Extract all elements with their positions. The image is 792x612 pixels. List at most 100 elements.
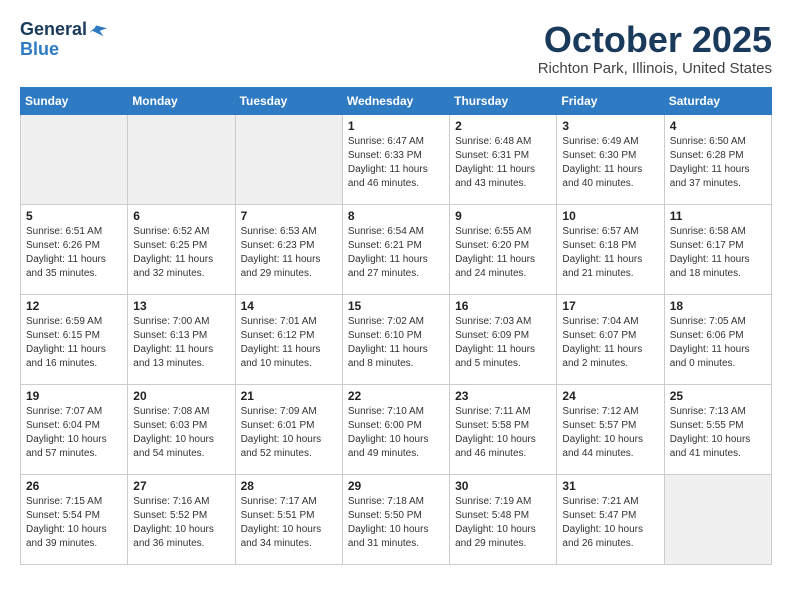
calendar-cell: 21Sunrise: 7:09 AMSunset: 6:01 PMDayligh… <box>235 384 342 474</box>
calendar-cell: 31 Sunrise: 7:21 AMSunset: 5:47 PMDayligh… <box>557 474 664 564</box>
calendar-cell: 23 Sunrise: 7:11 AMSunset: 5:58 PMDayligh… <box>450 384 557 474</box>
calendar-cell: 11 Sunrise: 6:58 AMSunset: 6:17 PMDayligh… <box>664 204 771 294</box>
cell-info: Sunrise: 6:54 AMSunset: 6:21 PMDaylight:… <box>348 225 444 281</box>
day-number: 4 <box>670 119 766 133</box>
calendar-cell: 20Sunrise: 7:08 AMSunset: 6:03 PMDayligh… <box>128 384 235 474</box>
calendar-cell: 4 Sunrise: 6:50 AMSunset: 6:28 PMDaylight… <box>664 114 771 204</box>
day-number: 15 <box>348 299 444 313</box>
cell-info: Sunrise: 7:19 AMSunset: 5:48 PMDaylight:… <box>455 495 551 551</box>
weekday-header: Wednesday <box>342 87 449 114</box>
calendar-cell: 1 Sunrise: 6:47 AMSunset: 6:33 PMDaylight… <box>342 114 449 204</box>
calendar-cell: 28 Sunrise: 7:17 AMSunset: 5:51 PMDayligh… <box>235 474 342 564</box>
day-number: 14 <box>241 299 337 313</box>
cell-info: Sunrise: 7:17 AMSunset: 5:51 PMDaylight:… <box>241 495 337 551</box>
weekday-header: Saturday <box>664 87 771 114</box>
day-number: 22 <box>348 389 444 403</box>
calendar-cell: 10Sunrise: 6:57 AMSunset: 6:18 PMDayligh… <box>557 204 664 294</box>
cell-info: Sunrise: 6:58 AMSunset: 6:17 PMDaylight:… <box>670 225 766 281</box>
calendar-cell: 30 Sunrise: 7:19 AMSunset: 5:48 PMDayligh… <box>450 474 557 564</box>
day-number: 7 <box>241 209 337 223</box>
calendar-cell: 5Sunrise: 6:51 AMSunset: 6:26 PMDaylight… <box>21 204 128 294</box>
calendar-week-row: 5Sunrise: 6:51 AMSunset: 6:26 PMDaylight… <box>21 204 772 294</box>
cell-info: Sunrise: 6:57 AMSunset: 6:18 PMDaylight:… <box>562 225 658 281</box>
day-number: 6 <box>133 209 229 223</box>
day-number: 1 <box>348 119 444 133</box>
cell-info: Sunrise: 7:21 AMSunset: 5:47 PMDaylight:… <box>562 495 658 551</box>
day-number: 29 <box>348 479 444 493</box>
calendar-week-row: 19 Sunrise: 7:07 AMSunset: 6:04 PMDayligh… <box>21 384 772 474</box>
cell-info: Sunrise: 7:02 AMSunset: 6:10 PMDaylight:… <box>348 315 444 371</box>
calendar-cell: 16 Sunrise: 7:03 AMSunset: 6:09 PMDayligh… <box>450 294 557 384</box>
cell-info: Sunrise: 7:16 AMSunset: 5:52 PMDaylight:… <box>133 495 229 551</box>
cell-info: Sunrise: 6:53 AMSunset: 6:23 PMDaylight:… <box>241 225 337 281</box>
cell-info: Sunrise: 7:13 AMSunset: 5:55 PMDaylight:… <box>670 405 766 461</box>
day-number: 19 <box>26 389 122 403</box>
calendar-week-row: 12Sunrise: 6:59 AMSunset: 6:15 PMDayligh… <box>21 294 772 384</box>
day-number: 9 <box>455 209 551 223</box>
weekday-header-row: SundayMondayTuesdayWednesdayThursdayFrid… <box>21 87 772 114</box>
calendar-cell: 24 Sunrise: 7:12 AMSunset: 5:57 PMDayligh… <box>557 384 664 474</box>
day-number: 13 <box>133 299 229 313</box>
day-number: 24 <box>562 389 658 403</box>
calendar-cell: 8Sunrise: 6:54 AMSunset: 6:21 PMDaylight… <box>342 204 449 294</box>
calendar-cell: 15 Sunrise: 7:02 AMSunset: 6:10 PMDayligh… <box>342 294 449 384</box>
day-number: 26 <box>26 479 122 493</box>
calendar-table: SundayMondayTuesdayWednesdayThursdayFrid… <box>20 87 772 565</box>
calendar-cell: 6 Sunrise: 6:52 AMSunset: 6:25 PMDaylight… <box>128 204 235 294</box>
calendar-cell: 17Sunrise: 7:04 AMSunset: 6:07 PMDayligh… <box>557 294 664 384</box>
cell-info: Sunrise: 7:00 AMSunset: 6:13 PMDaylight:… <box>133 315 229 371</box>
calendar-cell <box>664 474 771 564</box>
cell-info: Sunrise: 6:59 AMSunset: 6:15 PMDaylight:… <box>26 315 122 371</box>
calendar-week-row: 1 Sunrise: 6:47 AMSunset: 6:33 PMDaylight… <box>21 114 772 204</box>
calendar-cell: 27 Sunrise: 7:16 AMSunset: 5:52 PMDayligh… <box>128 474 235 564</box>
logo: General Blue <box>20 20 107 60</box>
cell-info: Sunrise: 7:01 AMSunset: 6:12 PMDaylight:… <box>241 315 337 371</box>
day-number: 2 <box>455 119 551 133</box>
cell-info: Sunrise: 7:18 AMSunset: 5:50 PMDaylight:… <box>348 495 444 551</box>
cell-info: Sunrise: 7:04 AMSunset: 6:07 PMDaylight:… <box>562 315 658 371</box>
day-number: 28 <box>241 479 337 493</box>
calendar-cell <box>128 114 235 204</box>
logo-bird-icon <box>89 23 107 37</box>
calendar-cell: 26 Sunrise: 7:15 AMSunset: 5:54 PMDayligh… <box>21 474 128 564</box>
day-number: 31 <box>562 479 658 493</box>
calendar-cell: 25 Sunrise: 7:13 AMSunset: 5:55 PMDayligh… <box>664 384 771 474</box>
cell-info: Sunrise: 7:09 AMSunset: 6:01 PMDaylight:… <box>241 405 337 461</box>
cell-info: Sunrise: 6:50 AMSunset: 6:28 PMDaylight:… <box>670 135 766 191</box>
calendar-cell: 12Sunrise: 6:59 AMSunset: 6:15 PMDayligh… <box>21 294 128 384</box>
page-header: General Blue October 2025 Richton Park, … <box>20 20 772 77</box>
day-number: 11 <box>670 209 766 223</box>
logo-general: General <box>20 20 87 40</box>
calendar-cell: 14 Sunrise: 7:01 AMSunset: 6:12 PMDayligh… <box>235 294 342 384</box>
cell-info: Sunrise: 7:15 AMSunset: 5:54 PMDaylight:… <box>26 495 122 551</box>
weekday-header: Tuesday <box>235 87 342 114</box>
day-number: 30 <box>455 479 551 493</box>
title-block: October 2025 Richton Park, Illinois, Uni… <box>538 20 772 77</box>
day-number: 23 <box>455 389 551 403</box>
logo-blue: Blue <box>20 40 59 60</box>
weekday-header: Friday <box>557 87 664 114</box>
calendar-cell: 3Sunrise: 6:49 AMSunset: 6:30 PMDaylight… <box>557 114 664 204</box>
cell-info: Sunrise: 7:07 AMSunset: 6:04 PMDaylight:… <box>26 405 122 461</box>
cell-info: Sunrise: 6:52 AMSunset: 6:25 PMDaylight:… <box>133 225 229 281</box>
calendar-cell: 13 Sunrise: 7:00 AMSunset: 6:13 PMDayligh… <box>128 294 235 384</box>
month-title: October 2025 <box>538 20 772 60</box>
day-number: 5 <box>26 209 122 223</box>
day-number: 16 <box>455 299 551 313</box>
calendar-cell: 22Sunrise: 7:10 AMSunset: 6:00 PMDayligh… <box>342 384 449 474</box>
calendar-cell: 19 Sunrise: 7:07 AMSunset: 6:04 PMDayligh… <box>21 384 128 474</box>
calendar-cell: 2Sunrise: 6:48 AMSunset: 6:31 PMDaylight… <box>450 114 557 204</box>
day-number: 27 <box>133 479 229 493</box>
calendar-cell: 7 Sunrise: 6:53 AMSunset: 6:23 PMDaylight… <box>235 204 342 294</box>
cell-info: Sunrise: 7:12 AMSunset: 5:57 PMDaylight:… <box>562 405 658 461</box>
day-number: 3 <box>562 119 658 133</box>
day-number: 25 <box>670 389 766 403</box>
cell-info: Sunrise: 7:11 AMSunset: 5:58 PMDaylight:… <box>455 405 551 461</box>
calendar-week-row: 26 Sunrise: 7:15 AMSunset: 5:54 PMDayligh… <box>21 474 772 564</box>
cell-info: Sunrise: 7:03 AMSunset: 6:09 PMDaylight:… <box>455 315 551 371</box>
cell-info: Sunrise: 6:47 AMSunset: 6:33 PMDaylight:… <box>348 135 444 191</box>
calendar-cell <box>235 114 342 204</box>
cell-info: Sunrise: 6:55 AMSunset: 6:20 PMDaylight:… <box>455 225 551 281</box>
weekday-header: Monday <box>128 87 235 114</box>
location-subtitle: Richton Park, Illinois, United States <box>538 60 772 77</box>
